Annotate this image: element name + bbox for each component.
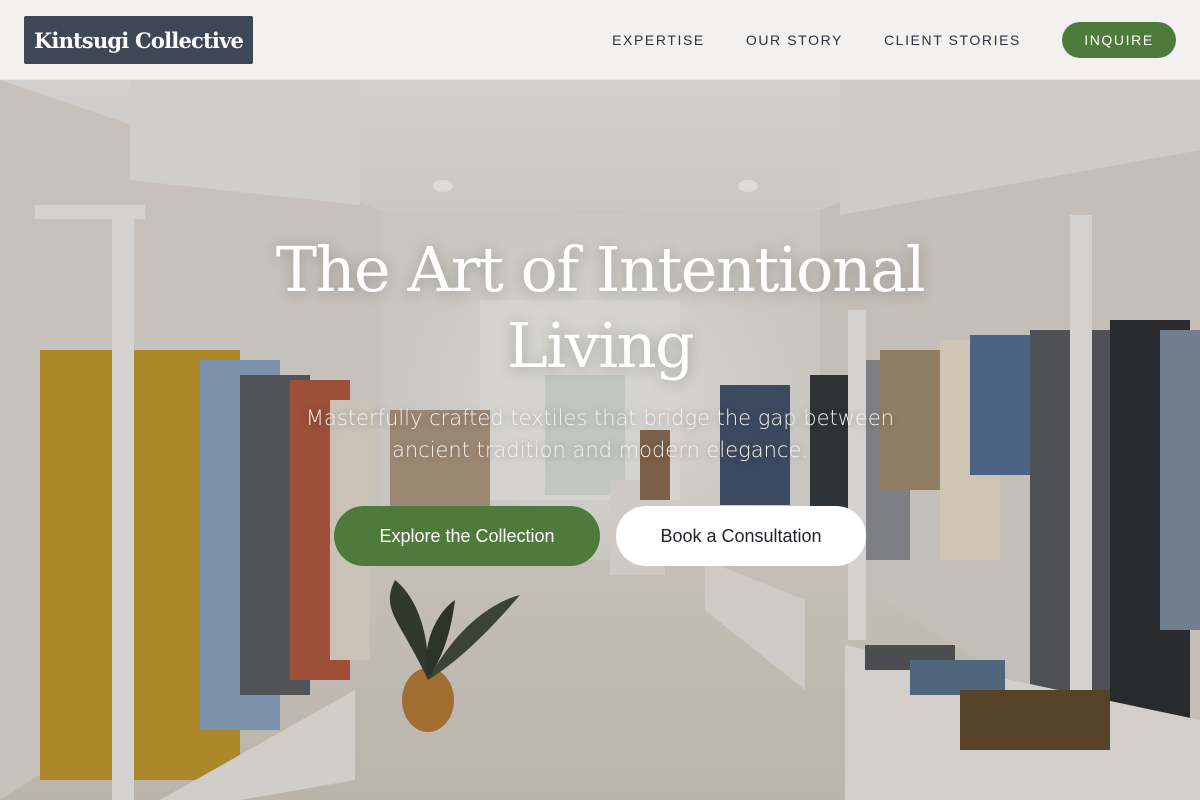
inquire-button[interactable]: INQUIRE — [1062, 22, 1176, 58]
main-nav: EXPERTISE OUR STORY CLIENT STORIES INQUI… — [612, 0, 1176, 80]
hero-subtitle: Masterfully crafted textiles that bridge… — [260, 402, 940, 466]
hero-title-line-1: The Art of Intentional — [275, 233, 926, 306]
hero-subtitle-line-2: ancient tradition and modern elegance. — [391, 438, 809, 462]
hero-title: The Art of Intentional Living — [200, 232, 1000, 384]
hero-title-line-2: Living — [506, 309, 695, 382]
site-header: Kintsugi Collective EXPERTISE OUR STORY … — [0, 0, 1200, 80]
nav-link-client-stories[interactable]: CLIENT STORIES — [884, 32, 1021, 48]
brand-logo[interactable]: Kintsugi Collective — [24, 16, 253, 64]
hero-subtitle-line-1: Masterfully crafted textiles that bridge… — [305, 406, 895, 430]
explore-collection-button[interactable]: Explore the Collection — [334, 506, 600, 566]
book-consultation-button[interactable]: Book a Consultation — [616, 506, 866, 566]
hero-background-image — [0, 0, 1200, 800]
nav-link-expertise[interactable]: EXPERTISE — [612, 32, 705, 48]
nav-link-our-story[interactable]: OUR STORY — [746, 32, 843, 48]
